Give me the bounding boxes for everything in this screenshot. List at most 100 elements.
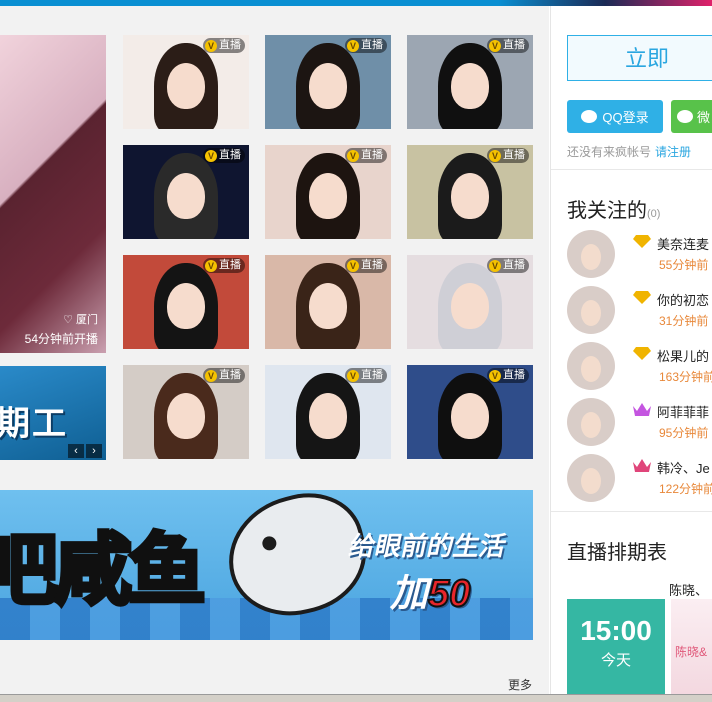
- more-link[interactable]: 更多: [508, 676, 532, 693]
- stream-tile[interactable]: V 直播: [265, 35, 391, 129]
- featured-stream-card[interactable]: ♡ 厦门 54分钟前开播: [0, 35, 106, 353]
- v-icon: V: [489, 369, 501, 382]
- avatar: [567, 398, 615, 446]
- live-badge: V 直播: [203, 258, 245, 273]
- live-badge: V 直播: [345, 368, 387, 383]
- live-badge: V 直播: [487, 368, 529, 383]
- stream-tile[interactable]: V 直播: [265, 145, 391, 239]
- streamer-name: 美奈连麦: [657, 237, 710, 252]
- stream-tile[interactable]: V 直播: [123, 35, 249, 129]
- schedule-poster[interactable]: 陈晓&: [671, 599, 712, 699]
- wechat-login-button[interactable]: 微: [671, 100, 712, 133]
- v-icon: V: [347, 39, 359, 52]
- followed-streamer[interactable]: 松果儿的 163分钟前: [567, 342, 712, 394]
- login-button[interactable]: 立即: [567, 35, 712, 81]
- v-icon: V: [489, 149, 501, 162]
- level-gem-icon: [633, 291, 651, 304]
- location-text: 厦门: [76, 314, 98, 326]
- no-account-text: 还没有来疯帐号: [567, 145, 652, 159]
- banner-subtitle-2: 加50: [390, 572, 471, 616]
- followed-streamer[interactable]: 阿菲菲菲 95分钟前: [567, 398, 712, 450]
- wechat-login-label: 微: [697, 110, 711, 125]
- v-icon: V: [347, 259, 359, 272]
- divider: [551, 511, 712, 512]
- stream-tile[interactable]: V 直播: [407, 35, 533, 129]
- qq-login-label: QQ登录: [602, 110, 649, 125]
- sidebar: 立即 QQ登录 微 还没有来疯帐号 请注册 我关注的(0) 美奈连麦 55分钟前 …: [550, 6, 712, 701]
- stream-tile[interactable]: V 直播: [123, 255, 249, 349]
- streamer-name: 阿菲菲菲: [657, 405, 710, 420]
- schedule-time: 15:00: [580, 615, 652, 646]
- featured-location: ♡ 厦门: [63, 311, 98, 327]
- promo-slideshow[interactable]: 期工 ‹ ›: [0, 366, 106, 460]
- last-live-time: 122分钟前: [659, 482, 712, 496]
- streamer-photo: [309, 62, 347, 109]
- streamer-name: 松果儿的: [657, 349, 710, 364]
- v-icon: V: [205, 149, 217, 162]
- live-badge: V 直播: [345, 38, 387, 53]
- register-link[interactable]: 请注册: [655, 145, 691, 159]
- followed-streamer[interactable]: 美奈连麦 55分钟前: [567, 230, 712, 282]
- streamer-photo: [167, 282, 205, 329]
- streamer-photo: [167, 172, 205, 219]
- qq-icon: [581, 110, 598, 123]
- followed-streamer[interactable]: 你的初恋 31分钟前: [567, 286, 712, 338]
- level-crown-icon: [633, 403, 651, 416]
- location-pin-icon: ♡: [63, 314, 76, 326]
- chevron-left-icon[interactable]: ‹: [68, 444, 84, 458]
- main-content: ♡ 厦门 54分钟前开播 V 直播 V 直播 V 直播 V 直播 V 直播 V 直播 V 直播…: [0, 6, 549, 701]
- live-badge: V 直播: [487, 148, 529, 163]
- divider: [551, 169, 712, 170]
- v-icon: V: [347, 369, 359, 382]
- streamer-photo: [167, 392, 205, 439]
- level-crown-icon: [633, 459, 651, 472]
- slide-arrows: ‹ ›: [68, 444, 102, 458]
- live-badge: V 直播: [487, 258, 529, 273]
- stream-tile[interactable]: V 直播: [407, 145, 533, 239]
- streamer-photo: [167, 62, 205, 109]
- last-live-time: 31分钟前: [659, 314, 709, 328]
- stream-tile[interactable]: V 直播: [407, 255, 533, 349]
- streamer-photo: [451, 282, 489, 329]
- streamer-photo: [451, 172, 489, 219]
- streamer-photo: [309, 282, 347, 329]
- following-title: 我关注的(0): [567, 200, 661, 222]
- level-gem-icon: [633, 347, 651, 360]
- schedule-poster-text: 陈晓&: [675, 645, 708, 659]
- stream-tile[interactable]: V 直播: [407, 365, 533, 459]
- v-icon: V: [347, 149, 359, 162]
- v-icon: V: [205, 39, 217, 52]
- promo-banner[interactable]: 吧咸鱼 给眼前的生活 加50: [0, 490, 533, 640]
- live-badge: V 直播: [345, 258, 387, 273]
- live-badge: V 直播: [203, 148, 245, 163]
- level-gem-icon: [633, 235, 651, 248]
- streamer-photo: [309, 172, 347, 219]
- v-icon: V: [489, 39, 501, 52]
- v-icon: V: [489, 259, 501, 272]
- stream-tile[interactable]: V 直播: [265, 255, 391, 349]
- streamer-photo: [451, 392, 489, 439]
- register-prompt: 还没有来疯帐号 请注册: [567, 143, 691, 160]
- stream-tile[interactable]: V 直播: [123, 145, 249, 239]
- avatar: [567, 342, 615, 390]
- schedule-title: 直播排期表: [567, 542, 667, 564]
- live-badge: V 直播: [203, 368, 245, 383]
- v-icon: V: [205, 259, 217, 272]
- streamer-photo: [451, 62, 489, 109]
- banner-title: 吧咸鱼: [0, 524, 208, 616]
- streamer-photo: [309, 392, 347, 439]
- featured-start-time: 54分钟前开播: [24, 332, 98, 346]
- chevron-right-icon[interactable]: ›: [86, 444, 102, 458]
- wechat-icon: [677, 110, 693, 123]
- streamer-name: 韩冷、Je: [657, 461, 710, 476]
- schedule-streamer-name[interactable]: 陈晓、: [669, 580, 708, 599]
- last-live-time: 55分钟前: [659, 258, 709, 272]
- banner-subtitle: 给眼前的生活: [346, 531, 509, 561]
- last-live-time: 95分钟前: [659, 426, 709, 440]
- followed-streamer[interactable]: 韩冷、Je 122分钟前: [567, 454, 712, 506]
- qq-login-button[interactable]: QQ登录: [567, 100, 663, 133]
- stream-tile[interactable]: V 直播: [123, 365, 249, 459]
- slide-caption: 期工: [0, 405, 68, 443]
- last-live-time: 163分钟前: [659, 370, 712, 384]
- stream-tile[interactable]: V 直播: [265, 365, 391, 459]
